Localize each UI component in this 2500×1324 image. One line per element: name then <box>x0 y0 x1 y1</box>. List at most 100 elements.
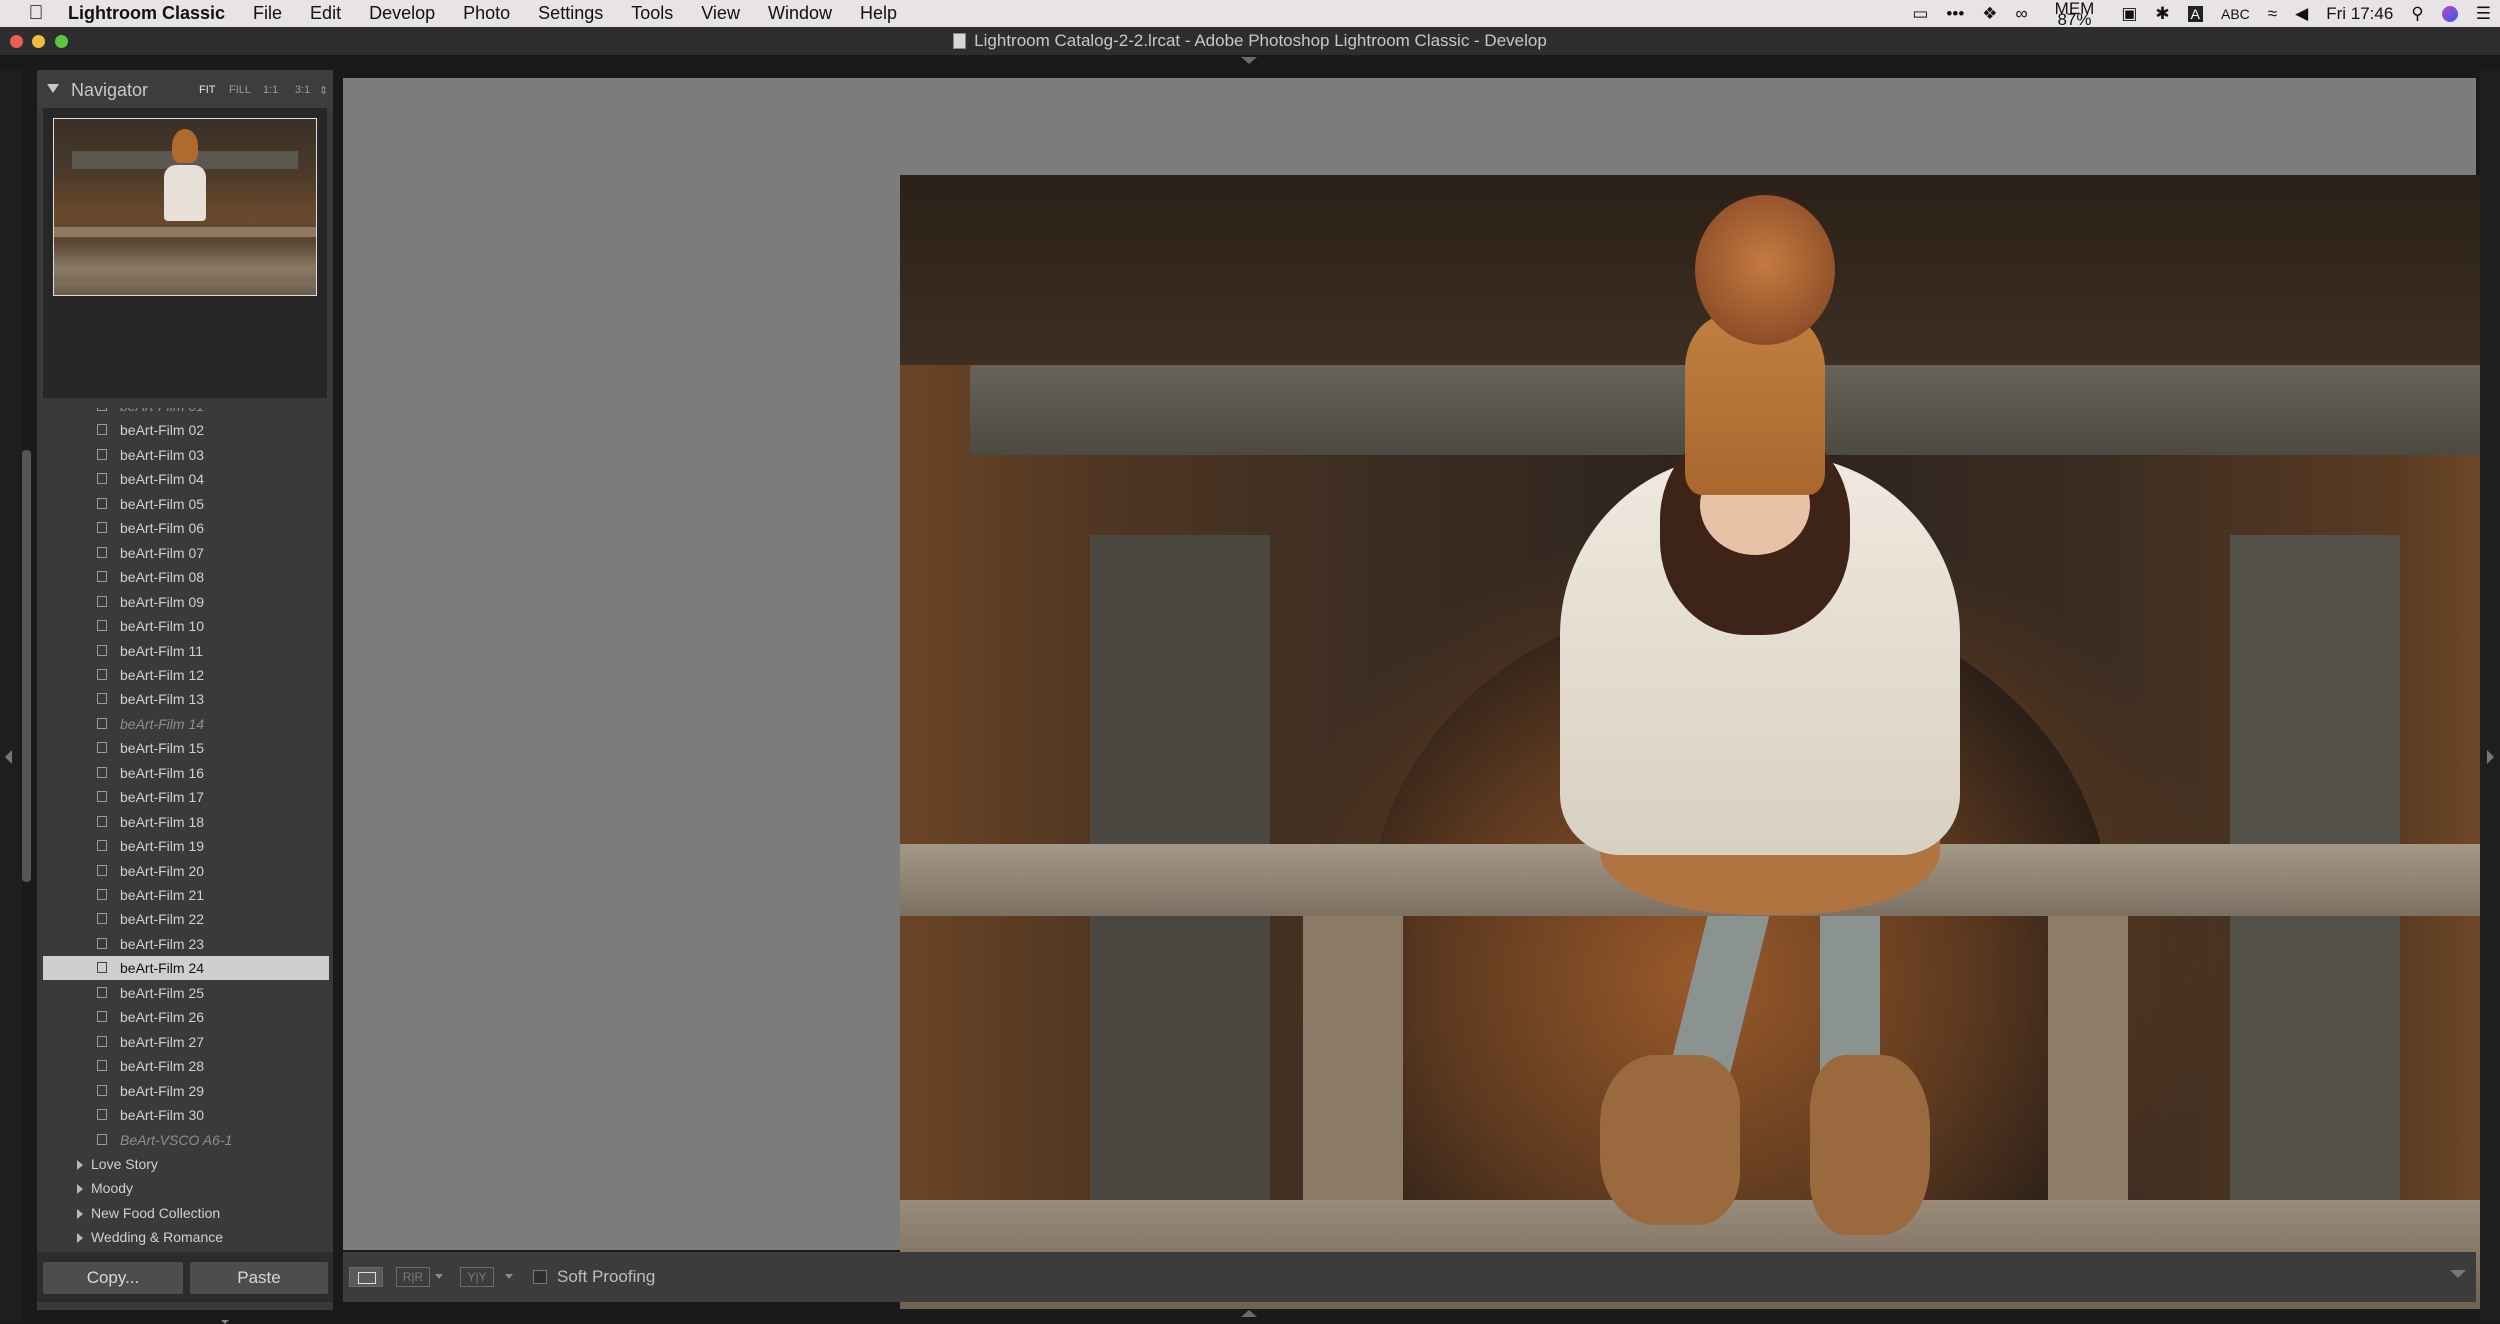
swap-dropdown-icon[interactable] <box>505 1274 513 1279</box>
preset-item[interactable]: beArt-Film 23 <box>43 932 329 956</box>
menu-tools[interactable]: Tools <box>617 3 687 24</box>
preset-item[interactable]: beArt-Film 10 <box>43 614 329 638</box>
expand-triangle-icon[interactable] <box>77 1233 83 1244</box>
apple-logo-icon[interactable]:  <box>22 2 50 25</box>
menu-view[interactable]: View <box>687 3 754 24</box>
preset-item[interactable]: BeArt-VSCO A6-1 <box>43 1128 329 1152</box>
navigator-header[interactable]: Navigator FIT FILL 1:1 3:1 ⇕ <box>37 70 333 108</box>
preset-icon <box>97 546 107 558</box>
preset-group[interactable]: Wedding & Romance <box>43 1225 329 1249</box>
preset-item[interactable]: beArt-Film 21 <box>43 883 329 907</box>
creative-cloud-icon[interactable]: ∞ <box>2016 4 2028 24</box>
right-panel-toggle-icon[interactable] <box>2487 750 2494 764</box>
memory-indicator[interactable]: MEM 87% <box>2046 0 2104 28</box>
close-window-button[interactable] <box>10 35 23 48</box>
preset-item[interactable]: beArt-Film 06 <box>43 516 329 540</box>
top-panel-toggle-icon[interactable] <box>1241 57 1257 64</box>
preset-item[interactable]: beArt-Film 13 <box>43 687 329 711</box>
left-panel-scrollbar[interactable] <box>22 450 31 882</box>
preset-item[interactable]: beArt-Film 28 <box>43 1054 329 1078</box>
main-photo[interactable] <box>900 175 2500 1309</box>
before-after-dropdown-icon[interactable] <box>435 1274 443 1279</box>
soft-proofing-label[interactable]: Soft Proofing <box>557 1267 655 1287</box>
preset-item[interactable]: beArt-Film 22 <box>43 907 329 931</box>
preset-item[interactable]: beArt-Film 14 <box>43 712 329 736</box>
airplay-icon[interactable]: ▣ <box>2121 4 2137 24</box>
preset-group[interactable]: Moody <box>43 1176 329 1200</box>
siri-icon[interactable] <box>2441 5 2458 22</box>
toolbar-menu-icon[interactable] <box>2450 1270 2466 1278</box>
zoom-3-1[interactable]: 3:1 <box>295 84 310 96</box>
copy-settings-button[interactable]: Copy... <box>43 1262 183 1294</box>
menu-window[interactable]: Window <box>754 3 846 24</box>
right-panel-edge[interactable] <box>2480 70 2500 1322</box>
preset-item[interactable]: beArt-Film 11 <box>43 639 329 663</box>
zoom-fill[interactable]: FILL <box>229 84 251 96</box>
zoom-1-1[interactable]: 1:1 <box>263 84 278 96</box>
preset-item[interactable]: beArt-Film 08 <box>43 565 329 589</box>
preset-item[interactable]: beArt-Film 17 <box>43 785 329 809</box>
loupe-view-button[interactable] <box>349 1267 383 1287</box>
preset-item[interactable]: beArt-Film 27 <box>43 1030 329 1054</box>
preset-label: beArt-Film 21 <box>120 887 205 903</box>
expand-triangle-icon[interactable] <box>77 1184 83 1195</box>
navigator-thumbnail[interactable] <box>53 118 317 296</box>
preset-item[interactable]: beArt-Film 18 <box>43 810 329 834</box>
menu-file[interactable]: File <box>239 3 296 24</box>
input-source-label[interactable]: ABC <box>2221 6 2250 22</box>
clock[interactable]: Fri 17:46 <box>2326 4 2393 24</box>
preset-item[interactable]: beArt-Film 20 <box>43 859 329 883</box>
preset-icon <box>97 448 107 460</box>
control-center-icon[interactable]: ☰ <box>2476 4 2491 24</box>
expand-triangle-icon[interactable] <box>77 1159 83 1170</box>
preset-item[interactable]: beArt-Film 25 <box>43 981 329 1005</box>
preset-group[interactable]: Love Story <box>43 1152 329 1176</box>
before-after-button[interactable]: R|R <box>396 1267 430 1287</box>
menu-app-name[interactable]: Lightroom Classic <box>60 3 239 24</box>
preset-icon <box>97 1133 107 1145</box>
dropbox-icon[interactable]: ❖ <box>1982 4 1997 24</box>
preset-item[interactable]: beArt-Film 29 <box>43 1079 329 1103</box>
paste-settings-button[interactable]: Paste <box>190 1262 328 1294</box>
left-panel-edge[interactable] <box>0 70 22 1322</box>
image-view-area[interactable] <box>343 78 2500 1309</box>
filmstrip-toggle-icon[interactable] <box>1241 1310 1257 1317</box>
menu-help[interactable]: Help <box>846 3 911 24</box>
menu-edit[interactable]: Edit <box>296 3 355 24</box>
preset-item[interactable]: beArt-Film 15 <box>43 736 329 760</box>
preset-item[interactable]: beArt-Film 07 <box>43 541 329 565</box>
zoom-stepper-icon[interactable]: ⇕ <box>319 84 328 97</box>
expand-triangle-icon[interactable] <box>77 1208 83 1219</box>
preset-item[interactable]: beArt-Film 12 <box>43 663 329 687</box>
bluetooth-icon[interactable]: ✱ <box>2155 4 2169 24</box>
keyboard-a-icon[interactable]: A <box>2187 5 2203 22</box>
preset-item[interactable]: beArt-Film 01 <box>43 408 329 418</box>
collapse-triangle-icon[interactable] <box>47 84 59 93</box>
maximize-window-button[interactable] <box>55 35 68 48</box>
preset-item[interactable]: beArt-Film 09 <box>43 590 329 614</box>
preset-item[interactable]: beArt-Film 16 <box>43 761 329 785</box>
wifi-icon[interactable]: ≈ <box>2268 4 2277 24</box>
preset-item[interactable]: beArt-Film 24 <box>43 956 329 981</box>
menu-settings[interactable]: Settings <box>524 3 617 24</box>
preset-item[interactable]: beArt-Film 04 <box>43 467 329 491</box>
zoom-fit[interactable]: FIT <box>199 84 216 96</box>
preset-group[interactable]: New Food Collection <box>43 1201 329 1225</box>
soft-proofing-checkbox[interactable] <box>533 1270 547 1284</box>
display-icon[interactable]: ▭ <box>1912 4 1928 24</box>
before-after-swap-button[interactable]: Y|Y <box>460 1267 494 1287</box>
preset-item[interactable]: beArt-Film 05 <box>43 492 329 516</box>
dots-icon[interactable]: ••• <box>1946 4 1964 24</box>
copy-paste-bar: Copy... Paste <box>37 1252 333 1302</box>
left-panel-toggle-icon[interactable] <box>5 750 12 764</box>
search-icon[interactable]: ⚲ <box>2411 4 2423 24</box>
preset-item[interactable]: beArt-Film 26 <box>43 1005 329 1029</box>
preset-item[interactable]: beArt-Film 30 <box>43 1103 329 1127</box>
volume-icon[interactable]: ◀ <box>2295 4 2308 24</box>
preset-item[interactable]: beArt-Film 02 <box>43 418 329 442</box>
menu-develop[interactable]: Develop <box>355 3 449 24</box>
menu-photo[interactable]: Photo <box>449 3 524 24</box>
preset-item[interactable]: beArt-Film 19 <box>43 834 329 858</box>
preset-item[interactable]: beArt-Film 03 <box>43 443 329 467</box>
minimize-window-button[interactable] <box>32 35 45 48</box>
